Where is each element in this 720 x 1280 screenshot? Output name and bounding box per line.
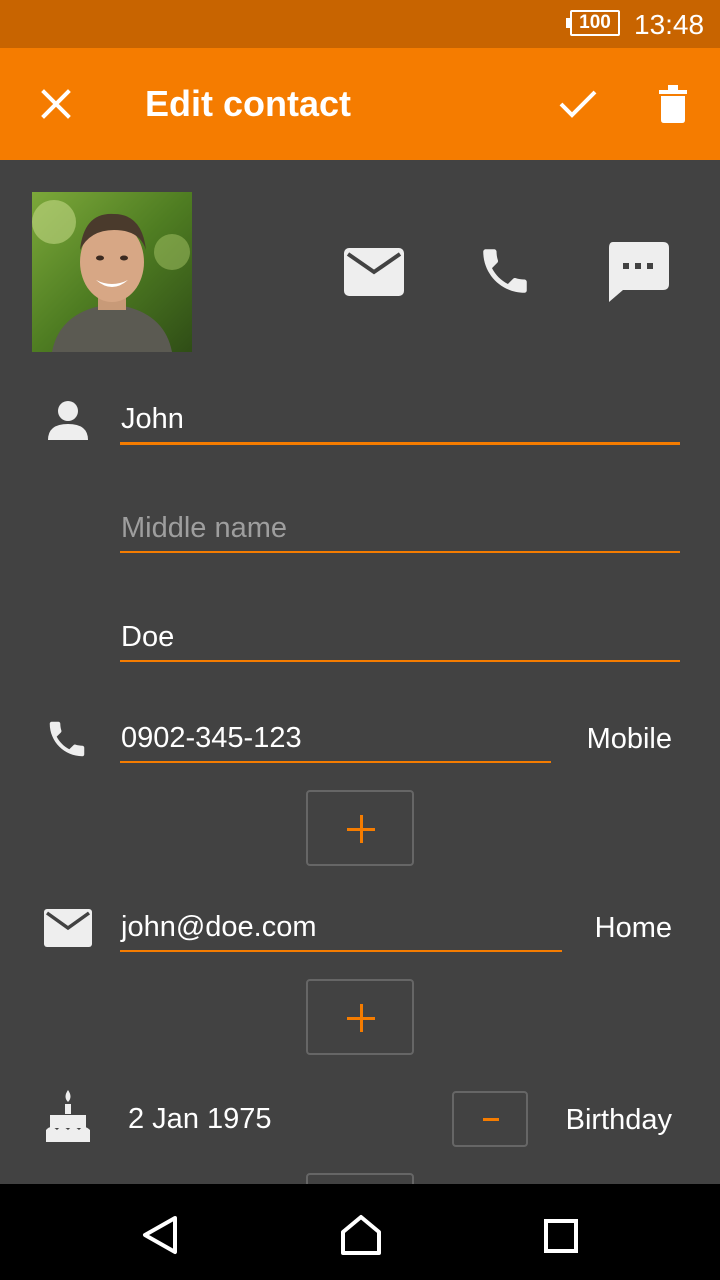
email-icon[interactable] xyxy=(344,248,404,296)
middle-name-underline xyxy=(120,551,680,553)
contact-photo[interactable] xyxy=(32,192,192,352)
person-icon xyxy=(48,401,88,440)
add-email-button[interactable] xyxy=(306,979,414,1055)
close-icon[interactable] xyxy=(36,84,76,124)
first-name-field[interactable]: John xyxy=(121,401,184,437)
battery-icon: 100 xyxy=(566,10,620,36)
last-name-field[interactable]: Doe xyxy=(121,619,174,655)
event-type-selector[interactable]: Birthday xyxy=(566,1102,672,1138)
phone-number-field[interactable]: 0902-345-123 xyxy=(121,720,302,756)
email-icon xyxy=(44,909,92,947)
last-name-underline xyxy=(120,660,680,662)
email-underline xyxy=(120,950,562,952)
battery-level: 100 xyxy=(579,12,611,33)
email-field[interactable]: john@doe.com xyxy=(121,909,317,945)
trash-icon[interactable] xyxy=(657,84,689,124)
back-icon[interactable] xyxy=(141,1214,179,1256)
page-title: Edit contact xyxy=(145,83,352,124)
home-icon[interactable] xyxy=(339,1214,383,1256)
add-phone-button[interactable] xyxy=(306,790,414,866)
status-time: 13:48 xyxy=(634,9,705,40)
phone-number-underline xyxy=(120,761,551,763)
app-bar: Edit contact xyxy=(0,48,720,160)
recents-icon[interactable] xyxy=(543,1218,579,1254)
minus-icon xyxy=(483,1118,499,1121)
check-icon[interactable] xyxy=(556,86,600,122)
cake-icon xyxy=(46,1090,90,1142)
navigation-bar xyxy=(0,1184,720,1280)
phone-icon xyxy=(49,721,85,757)
phone-type-selector[interactable]: Mobile xyxy=(587,721,672,757)
remove-event-button[interactable] xyxy=(452,1091,528,1147)
first-name-underline xyxy=(120,442,680,445)
status-bar: 100 13:48 xyxy=(0,0,720,48)
sms-icon[interactable] xyxy=(607,242,669,302)
phone-icon[interactable] xyxy=(476,242,534,300)
email-type-selector[interactable]: Home xyxy=(595,910,672,946)
middle-name-field[interactable]: Middle name xyxy=(121,510,287,546)
event-date-field[interactable]: 2 Jan 1975 xyxy=(128,1101,272,1137)
